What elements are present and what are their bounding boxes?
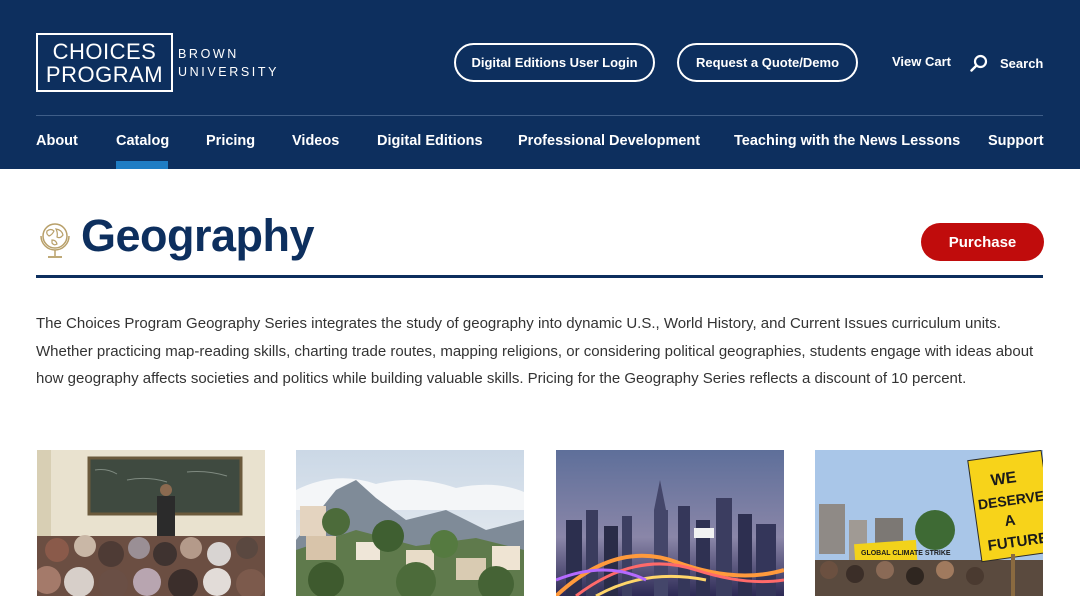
banner-text: GLOBAL CLIMATE STRIKE — [861, 550, 951, 557]
nav-item-support[interactable]: Support — [988, 133, 1044, 149]
thumbnail-climate-protest[interactable]: GLOBAL CLIMATE STRIKE WE DESERVE A FUTUR… — [815, 450, 1043, 596]
nav-item-pricing[interactable]: Pricing — [206, 133, 255, 149]
nav-item-about[interactable]: About — [36, 133, 78, 149]
request-quote-button[interactable]: Request a Quote/Demo — [677, 43, 858, 82]
logo-box: CHOICES PROGRAM — [36, 33, 173, 92]
intro-paragraph: The Choices Program Geography Series int… — [36, 315, 1034, 387]
thumbnail-hillside-town[interactable] — [296, 450, 524, 596]
site-header: CHOICES PROGRAM BROWN UNIVERSITY Digital… — [0, 0, 1080, 169]
thumbnail-classroom[interactable] — [37, 450, 265, 596]
logo-sub-2: UNIVERSITY — [178, 64, 280, 79]
nav-active-indicator — [116, 161, 168, 169]
title-divider — [36, 275, 1043, 278]
view-cart-link[interactable]: View Cart — [892, 54, 951, 69]
logo-line-2: PROGRAM — [45, 61, 164, 87]
nav-item-videos[interactable]: Videos — [292, 133, 339, 149]
digital-editions-login-button[interactable]: Digital Editions User Login — [454, 43, 655, 82]
logo-sub-1: BROWN — [178, 46, 239, 61]
protest-sign-line-1: WE — [990, 469, 1018, 489]
logo-line-1: CHOICES — [52, 38, 157, 64]
logo-subtitle: BROWN UNIVERSITY — [178, 45, 279, 81]
nav-item-teaching-news[interactable]: Teaching with the News Lessons — [734, 133, 960, 149]
nav-item-digital-editions[interactable]: Digital Editions — [377, 133, 483, 149]
choices-program-logo[interactable]: CHOICES PROGRAM BROWN UNIVERSITY — [36, 33, 279, 92]
nav-item-professional-development[interactable]: Professional Development — [518, 133, 700, 149]
nav-item-catalog[interactable]: Catalog — [116, 133, 169, 149]
search-link[interactable]: Search — [970, 54, 1043, 72]
thumbnail-city-night[interactable] — [556, 450, 784, 596]
globe-icon — [40, 223, 70, 258]
page-title: Geography — [81, 210, 315, 261]
search-label: Search — [1000, 55, 1044, 71]
search-icon — [970, 54, 988, 72]
purchase-button[interactable]: Purchase — [921, 223, 1044, 261]
